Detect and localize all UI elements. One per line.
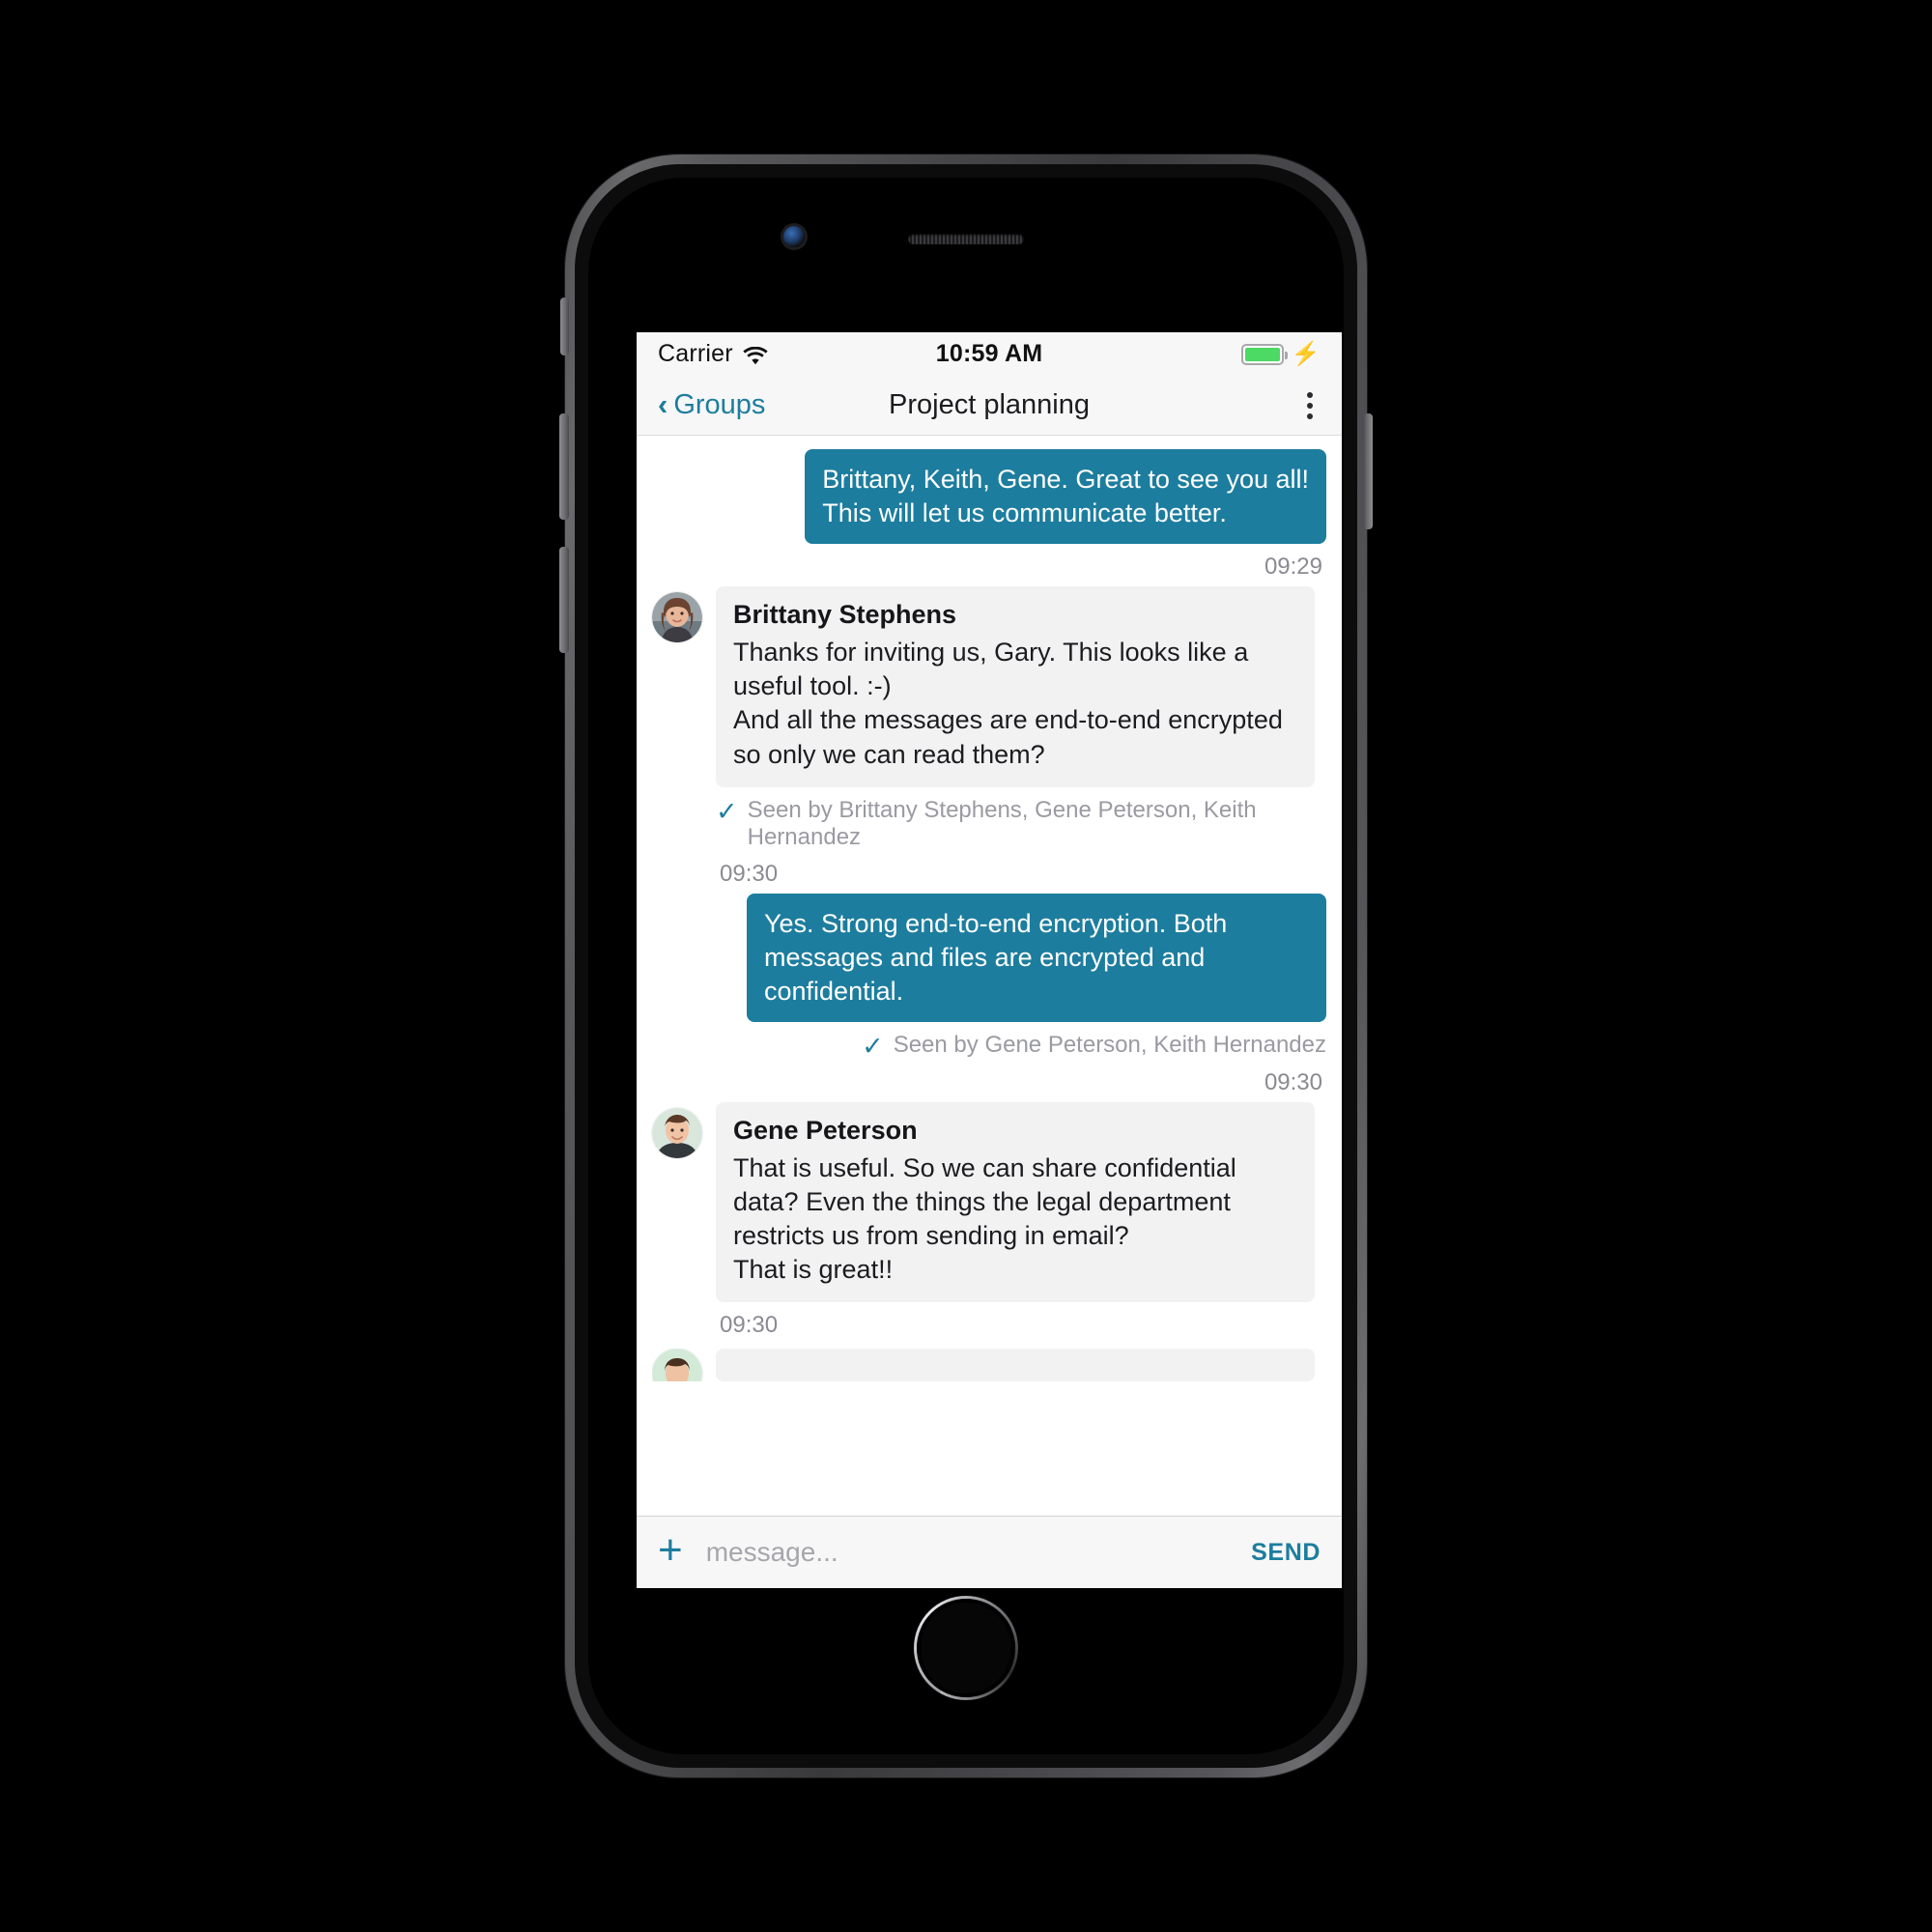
check-icon: ✓ [862, 1031, 884, 1061]
screenshot-root: Carrier 10:59 AM ⚡ ‹ Groups Project plan… [0, 0, 1932, 1932]
check-icon: ✓ [716, 796, 738, 826]
status-bar-clock: 10:59 AM [935, 340, 1043, 367]
carrier-label: Carrier [658, 340, 733, 367]
message-sender-name: Brittany Stephens [733, 600, 957, 630]
wifi-icon [743, 345, 768, 364]
avatar[interactable] [652, 592, 702, 643]
phone-screen: Carrier 10:59 AM ⚡ ‹ Groups Project plan… [637, 332, 1342, 1588]
navigation-bar: ‹ Groups Project planning [637, 376, 1342, 436]
message-text: Thanks for inviting us, Gary. This looks… [733, 638, 1283, 769]
back-button-label: Groups [673, 389, 766, 420]
lightning-bolt-icon: ⚡ [1291, 340, 1321, 367]
message-row-partial [652, 1349, 1326, 1382]
status-bar: Carrier 10:59 AM ⚡ [637, 332, 1342, 376]
home-button-icon[interactable] [914, 1596, 1018, 1700]
message-sender-name: Gene Peterson [733, 1115, 918, 1145]
conversation-list[interactable]: Brittany, Keith, Gene. Great to see you … [637, 436, 1342, 1516]
message-column: Gene Peterson That is useful. So we can … [716, 1101, 1326, 1339]
seen-by-label: Seen by Gene Peterson, Keith Hernandez [893, 1031, 1326, 1058]
overflow-menu-icon[interactable] [1299, 386, 1321, 425]
volume-down-button[interactable] [559, 547, 569, 653]
phone-device: Carrier 10:59 AM ⚡ ‹ Groups Project plan… [559, 155, 1373, 1777]
seen-by-label: Seen by Brittany Stephens, Gene Peterson… [747, 796, 1257, 850]
avatar[interactable] [652, 1107, 702, 1158]
message-row-incoming: Gene Peterson That is useful. So we can … [652, 1101, 1326, 1339]
message-row-incoming: Brittany Stephens Thanks for inviting us… [652, 586, 1326, 887]
message-text: That is useful. So we can share confiden… [733, 1153, 1236, 1285]
plus-icon[interactable]: + [658, 1529, 683, 1572]
message-row-outgoing: Brittany, Keith, Gene. Great to see you … [652, 449, 1326, 581]
message-timestamp: 09:30 [720, 860, 779, 887]
message-bubble[interactable]: Gene Peterson That is useful. So we can … [716, 1101, 1315, 1303]
seen-by-row: ✓ Seen by Brittany Stephens, Gene Peters… [716, 797, 1326, 851]
seen-by-row: ✓ Seen by Gene Peterson, Keith Hernandez [862, 1032, 1326, 1060]
message-bubble[interactable]: Brittany Stephens Thanks for inviting us… [716, 586, 1315, 787]
send-button[interactable]: SEND [1251, 1539, 1321, 1567]
phone-glass: Carrier 10:59 AM ⚡ ‹ Groups Project plan… [588, 178, 1344, 1754]
back-button[interactable]: ‹ Groups [658, 389, 765, 421]
message-timestamp: 09:30 [720, 1312, 779, 1339]
message-bubble[interactable]: Yes. Strong end-to-end encryption. Both … [747, 893, 1326, 1022]
status-bar-right: ⚡ [1042, 340, 1321, 367]
avatar[interactable] [652, 1349, 702, 1382]
battery-icon [1240, 343, 1288, 365]
message-timestamp: 09:29 [1264, 554, 1322, 581]
front-camera-icon [783, 226, 805, 247]
message-row-outgoing: Yes. Strong end-to-end encryption. Both … [652, 893, 1326, 1096]
message-column: Brittany Stephens Thanks for inviting us… [716, 586, 1326, 887]
volume-up-button[interactable] [559, 413, 569, 520]
silent-switch-button[interactable] [560, 298, 569, 355]
earpiece-speaker-icon [908, 234, 1024, 244]
message-bubble-partial [716, 1349, 1315, 1382]
status-bar-left: Carrier [658, 340, 936, 368]
message-input[interactable] [705, 1537, 1229, 1568]
message-composer: + SEND [637, 1516, 1342, 1588]
chevron-left-icon: ‹ [658, 387, 668, 421]
message-bubble[interactable]: Brittany, Keith, Gene. Great to see you … [805, 449, 1326, 545]
message-timestamp: 09:30 [1264, 1068, 1322, 1095]
phone-bezel: Carrier 10:59 AM ⚡ ‹ Groups Project plan… [575, 164, 1357, 1768]
power-button[interactable] [1363, 413, 1373, 529]
